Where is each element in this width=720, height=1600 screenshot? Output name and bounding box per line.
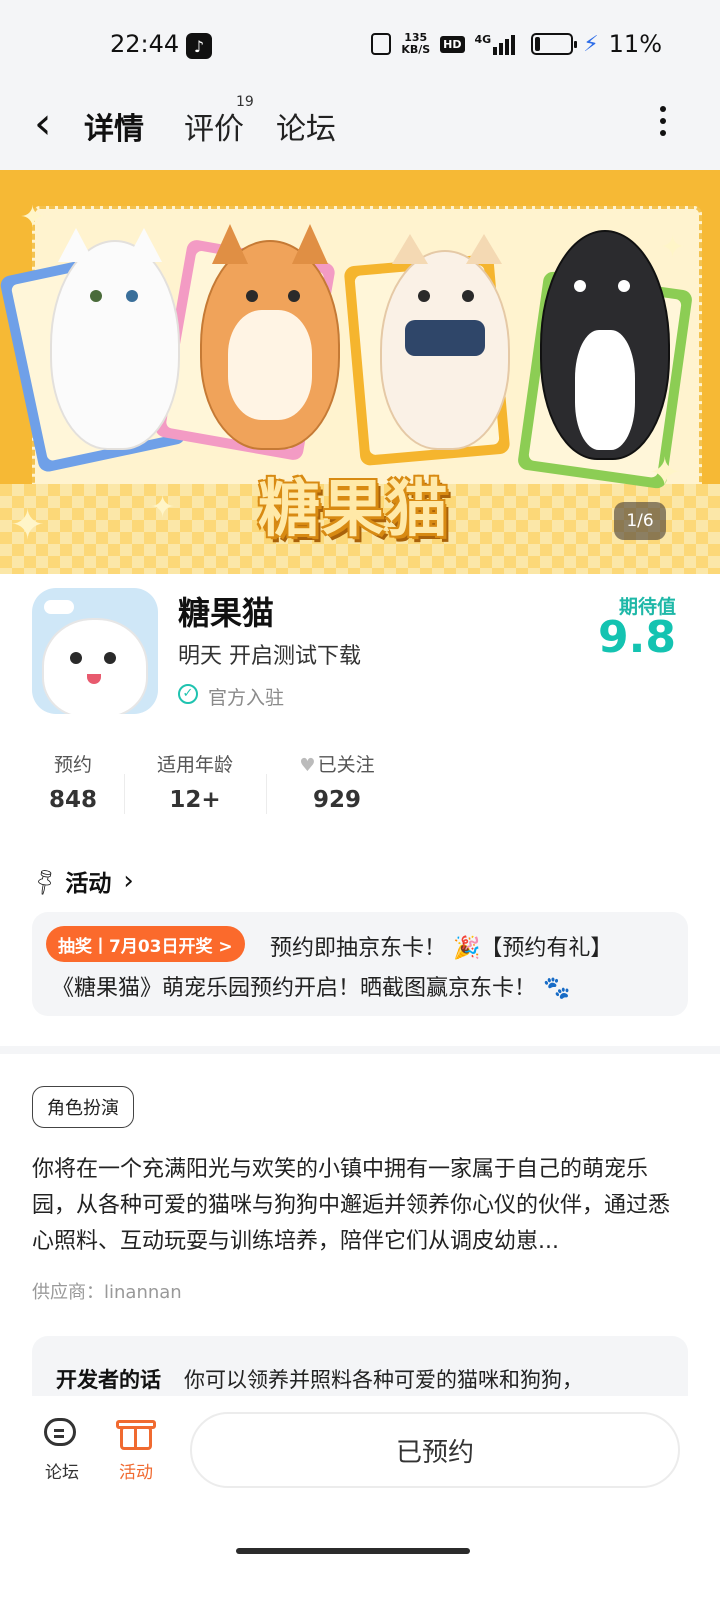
cat-eye	[90, 290, 102, 302]
stat-divider	[124, 774, 125, 814]
dog-face	[228, 310, 312, 420]
game-description[interactable]: 你将在一个充满阳光与欢笑的小镇中拥有一家属于自己的萌宠乐园，从各种可爱的猫咪与狗…	[32, 1152, 688, 1260]
stat-reservations: 预约 848	[48, 750, 98, 813]
activity-section-header[interactable]: 📌︎ 活动 ›	[27, 864, 134, 898]
signal-icon: 4G	[475, 33, 516, 55]
network-type: 4G	[474, 33, 492, 46]
sparkle-icon: ✦	[150, 490, 176, 525]
network-speed: 135 KB/S	[401, 32, 430, 56]
stat-divider	[266, 774, 267, 814]
banner-game-title: 糖果猫	[258, 472, 451, 545]
tiktok-icon: ♪	[186, 33, 212, 59]
app-icon	[32, 588, 158, 714]
cat-eye	[462, 290, 474, 302]
section-divider	[0, 1046, 720, 1054]
battery-icon	[531, 33, 578, 55]
cat-ear	[126, 228, 162, 262]
dog-eye	[246, 290, 258, 302]
expectation-score: 9.8	[598, 612, 676, 663]
activity-title: 活动	[65, 871, 112, 897]
tab-details[interactable]: 详情	[82, 104, 146, 148]
developer-notes-title: 开发者的话	[56, 1368, 161, 1392]
tab-forum[interactable]: 论坛	[276, 104, 336, 148]
stat-value: 848	[48, 787, 97, 813]
stat-label: 预约	[53, 754, 92, 776]
cloud-shape	[44, 600, 74, 614]
bottom-action-bar: 论坛 活动 已预约	[0, 1396, 720, 1600]
genre-tag[interactable]: 角色扮演	[32, 1086, 134, 1128]
gift-icon	[116, 1416, 156, 1452]
battery-percent: 11%	[608, 30, 662, 58]
dog-eye	[618, 280, 630, 292]
activity-label: 活动	[119, 1463, 153, 1483]
hd-icon: HD	[440, 35, 465, 53]
activity-text-line2: 《糖果猫》萌宠乐园预约开启！晒截图赢京东卡！ 🐾	[52, 976, 571, 1001]
developer-notes-text: 你可以领养并照料各种可爱的猫咪和狗狗，	[184, 1368, 583, 1392]
dog-eye	[574, 280, 586, 292]
cat-ear	[58, 228, 94, 262]
forum-button[interactable]: 论坛	[32, 1416, 92, 1483]
network-speed-unit: KB/S	[401, 43, 431, 56]
charging-icon: ⚡	[583, 31, 599, 57]
vibrate-icon	[371, 33, 392, 55]
stat-label: 适用年龄	[156, 754, 233, 776]
stat-value: 12+	[169, 787, 221, 813]
dog-eye	[288, 290, 300, 302]
forum-label: 论坛	[45, 1463, 79, 1483]
app-release-info: 明天 开启测试下载	[178, 644, 361, 669]
cat-ear	[392, 234, 428, 264]
status-bar: 22:44 ♪ 135 KB/S HD 4G ⚡ 11%	[0, 0, 720, 92]
cat-eye	[126, 290, 138, 302]
activity-button[interactable]: 活动	[106, 1416, 166, 1483]
back-button[interactable]: ‹	[34, 102, 74, 150]
heart-icon: ♥	[299, 755, 316, 776]
reserved-button[interactable]: 已预约	[190, 1412, 680, 1488]
stat-value: 929	[312, 787, 361, 813]
stat-age-rating: 适用年龄 12+	[150, 750, 240, 813]
stat-label: ♥ 已关注	[292, 750, 382, 777]
status-time: 22:44	[110, 30, 180, 58]
home-indicator[interactable]	[236, 1548, 470, 1554]
chevron-right-icon: ›	[123, 866, 134, 896]
sparkle-icon: ✦	[20, 200, 46, 235]
sparkle-icon: ✦	[10, 500, 46, 549]
stat-followers[interactable]: ♥ 已关注 929	[292, 750, 382, 813]
verified-check-icon: ✓	[178, 684, 198, 704]
app-icon-eye	[104, 652, 116, 664]
followed-label: 已关注	[317, 754, 375, 776]
app-icon-cat	[42, 618, 148, 714]
app-icon-eye	[70, 652, 82, 664]
nav-header: ‹ 详情 评价 19 论坛	[0, 92, 720, 170]
lottery-tag[interactable]: 抽奖丨7月03日开奖 >	[46, 926, 245, 962]
forum-icon	[42, 1416, 82, 1452]
cat-ear	[466, 234, 502, 264]
tab-reviews[interactable]: 评价	[184, 104, 244, 148]
status-icons: 135 KB/S HD 4G ⚡ 11%	[371, 30, 662, 58]
activity-card[interactable]: 抽奖丨7月03日开奖 > 预约即抽京东卡！ 🎉【预约有礼】 《糖果猫》萌宠乐园预…	[32, 912, 688, 1016]
review-count-badge: 19	[236, 94, 254, 110]
activity-text-line1: 预约即抽京东卡！ 🎉【预约有礼】	[270, 936, 613, 961]
sparkle-icon: ✦	[648, 450, 682, 496]
white-cat-illustration	[50, 240, 180, 450]
dog-ear	[212, 224, 248, 264]
banner-carousel[interactable]: ✦ ✦ ✦ ✦ ✦ 糖果猫 1/6	[0, 170, 720, 574]
blue-bow	[405, 320, 485, 356]
cat-eye	[418, 290, 430, 302]
supplier-info: 供应商：linannan	[32, 1282, 182, 1303]
banner-page-counter: 1/6	[614, 502, 666, 540]
collie-white-chest	[575, 330, 635, 450]
sparkle-icon: ✦	[660, 230, 686, 265]
more-options-icon[interactable]	[658, 106, 668, 136]
verified-label: 官方入驻	[208, 687, 285, 709]
pin-icon: 📌︎	[27, 863, 62, 899]
app-name: 糖果猫	[178, 594, 275, 632]
dog-ear	[292, 224, 328, 264]
